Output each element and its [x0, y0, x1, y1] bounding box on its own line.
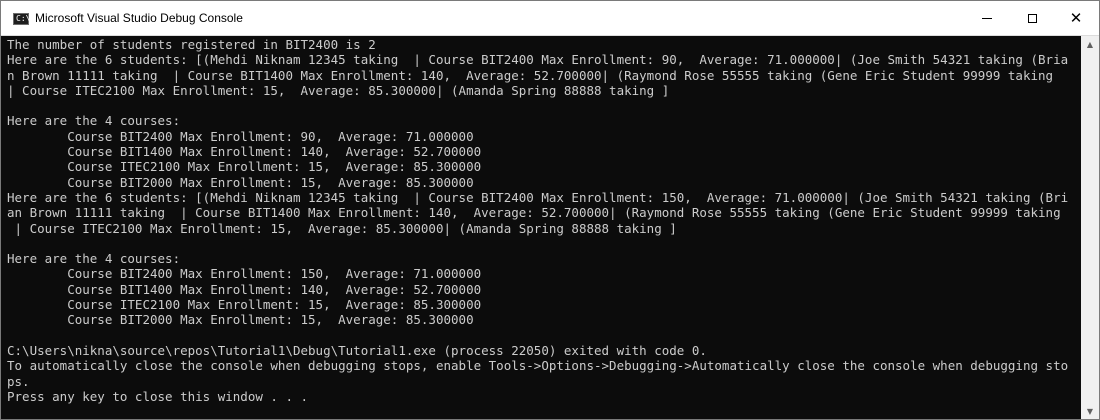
vertical-scrollbar[interactable]: ▲ ▼: [1081, 36, 1099, 419]
minimize-icon: [982, 17, 992, 19]
console-line: Course BIT2400 Max Enrollment: 150, Aver…: [7, 266, 482, 282]
console-output[interactable]: The number of students registered in BIT…: [7, 37, 1081, 417]
console-app-icon-glyph: C:\: [16, 14, 31, 23]
title-bar[interactable]: C:\ Microsoft Visual Studio Debug Consol…: [1, 1, 1099, 36]
console-line: an Brown 11111 taking | Course BIT1400 M…: [7, 205, 1061, 221]
console-line: Here are the 6 students: [(Mehdi Niknam …: [7, 52, 1069, 68]
scroll-down-arrow-icon[interactable]: ▼: [1081, 403, 1099, 419]
console-line: n Brown 11111 taking | Course BIT1400 Ma…: [7, 67, 1054, 83]
console-line: Course BIT1400 Max Enrollment: 140, Aver…: [7, 144, 482, 160]
maximize-icon: [1027, 13, 1037, 23]
close-icon: ✕: [1069, 8, 1083, 27]
minimize-button[interactable]: [964, 1, 1010, 35]
console-line: Course BIT1400 Max Enrollment: 140, Aver…: [7, 281, 482, 297]
console-line: Here are the 4 courses:: [7, 113, 181, 129]
console-line: ps.: [7, 373, 30, 389]
console-line: Course ITEC2100 Max Enrollment: 15, Aver…: [7, 159, 482, 175]
console-line: Here are the 4 courses:: [7, 251, 181, 267]
console-line: | Course ITEC2100 Max Enrollment: 15, Av…: [7, 220, 677, 236]
console-line: The number of students registered in BIT…: [7, 37, 376, 52]
console-line: Course BIT2400 Max Enrollment: 90, Avera…: [7, 128, 474, 144]
maximize-button[interactable]: [1009, 1, 1055, 35]
console-line: Here are the 6 students: [(Mehdi Niknam …: [7, 189, 1069, 205]
console-line: Press any key to close this window . . .: [7, 388, 309, 404]
console-line: C:\Users\nikna\source\repos\Tutorial1\De…: [7, 342, 707, 358]
console-line: Course BIT2000 Max Enrollment: 15, Avera…: [7, 174, 474, 190]
close-button[interactable]: ✕: [1053, 1, 1099, 35]
console-app-icon: C:\: [13, 13, 31, 25]
console-line: To automatically close the console when …: [7, 358, 1069, 374]
console-line: Course BIT2000 Max Enrollment: 15, Avera…: [7, 312, 474, 328]
console-line: | Course ITEC2100 Max Enrollment: 15, Av…: [7, 82, 670, 98]
scroll-up-arrow-icon[interactable]: ▲: [1081, 36, 1099, 52]
window-title: Microsoft Visual Studio Debug Console: [35, 11, 243, 25]
console-line: Course ITEC2100 Max Enrollment: 15, Aver…: [7, 297, 482, 313]
debug-console-window: C:\ Microsoft Visual Studio Debug Consol…: [0, 0, 1100, 420]
